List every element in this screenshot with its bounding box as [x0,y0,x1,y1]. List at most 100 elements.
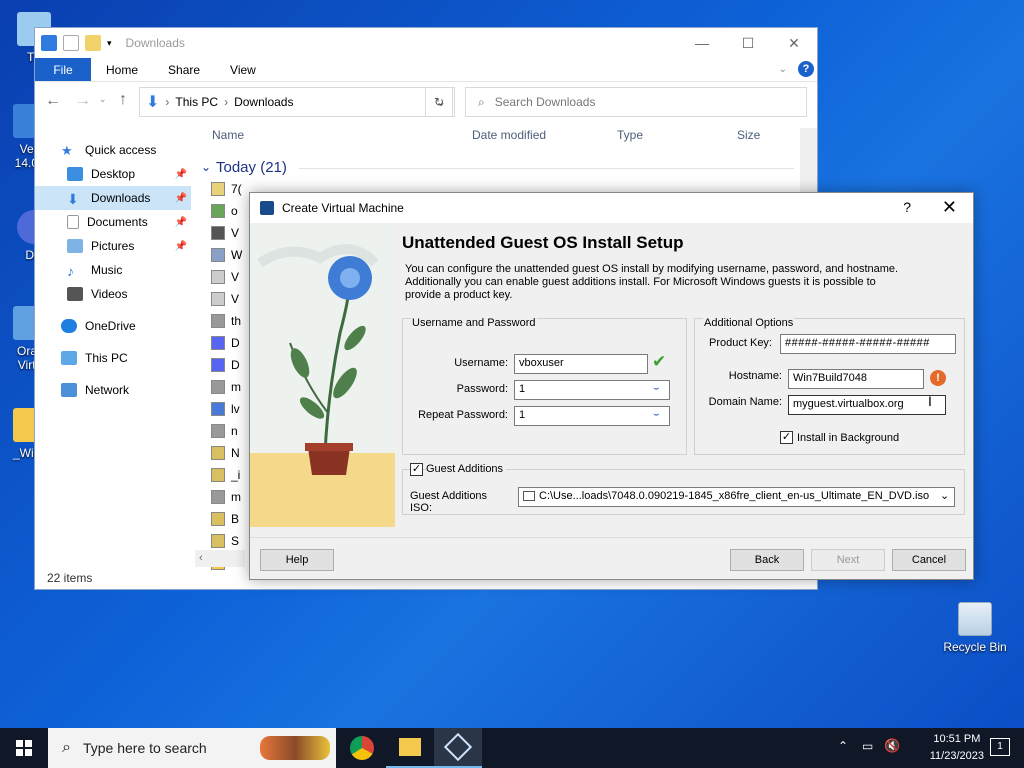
chevron-down-icon[interactable]: ⌄ [940,489,949,502]
nav-downloads[interactable]: ⬇ Downloads 📌 [35,186,191,210]
network-icon[interactable]: ▭ [862,739,873,753]
repeat-password-field[interactable]: 1 [514,406,670,426]
ribbon-expand-icon[interactable]: ⌄ [779,64,787,75]
pin-icon: 📌 [174,240,187,252]
search-icon: ⌕ [478,94,485,109]
maximize-button[interactable]: ☐ [725,28,771,58]
address-bar[interactable]: ⬇ › This PC › Downloads ⌄ [139,87,455,117]
file-list-item[interactable]: n [211,424,238,438]
search-placeholder: Search Downloads [494,95,596,109]
guest-additions-label[interactable]: Guest Additions [426,463,507,475]
file-list-item[interactable]: V [211,292,239,306]
guest-additions-checkbox[interactable]: ✓ [410,463,423,476]
file-list-item[interactable]: m [211,380,241,394]
file-list-item[interactable]: lv [211,402,240,416]
recent-locations-icon[interactable]: ⌄ [99,94,107,105]
file-icon [211,490,225,504]
file-list-item[interactable]: o [211,204,238,218]
nav-label: Quick access [85,143,157,157]
nav-onedrive[interactable]: OneDrive [35,314,191,338]
nav-desktop[interactable]: Desktop 📌 [35,162,191,186]
nav-network[interactable]: Network [35,378,191,402]
file-list-item[interactable]: V [211,226,239,240]
file-list-item[interactable]: th [211,314,241,328]
column-size[interactable]: Size [737,128,760,142]
up-arrow-icon[interactable]: ↑ [119,91,127,109]
column-name[interactable]: Name [212,128,244,142]
file-name: _i [231,468,241,482]
desktop-icon-recycle-bin[interactable]: Recycle Bin [940,602,1010,654]
ribbon-tabs: File Home Share View [35,58,817,82]
system-clock[interactable]: 10:51 PM 11/23/2023 [930,731,984,765]
breadcrumb-this-pc[interactable]: This PC [175,95,218,109]
nav-music[interactable]: ♪ Music [35,258,191,282]
chevron-down-icon[interactable]: ⌄ [201,160,211,174]
context-help-button[interactable]: ? [903,199,911,215]
tab-file[interactable]: File [35,58,91,81]
nav-documents[interactable]: Documents 📌 [35,210,191,234]
file-list-item[interactable]: N [211,446,240,460]
search-box[interactable]: ⌕ Search Downloads [465,87,807,117]
install-background-checkbox[interactable]: ✓ [780,431,793,444]
refresh-button[interactable]: ↻ [425,87,453,117]
file-list-item[interactable]: 7( [211,182,242,196]
file-list-item[interactable]: V [211,270,239,284]
help-button[interactable]: Help [260,549,334,571]
properties-icon[interactable] [63,35,79,51]
file-name: V [231,292,240,306]
nav-videos[interactable]: Videos [35,282,191,306]
back-arrow-icon[interactable]: ← [45,92,61,110]
nav-quick-access[interactable]: ★ Quick access [35,138,191,162]
taskbar-search-box[interactable]: ⌕ Type here to search [48,728,336,768]
tab-home[interactable]: Home [91,58,153,81]
show-password-icon[interactable]: ⌣ [653,409,660,420]
file-list-item[interactable]: _i [211,468,240,482]
help-icon[interactable]: ? [798,61,814,77]
show-hidden-icons-icon[interactable]: ⌃ [838,739,848,753]
horizontal-scrollbar[interactable]: ‹ [195,550,245,567]
username-field[interactable]: vboxuser [514,354,648,374]
notification-center-button[interactable]: 1 [990,738,1010,756]
password-field[interactable]: 1 [514,380,670,400]
close-button[interactable]: ✕ [771,28,817,58]
breadcrumb-downloads[interactable]: Downloads [234,95,293,109]
hostname-field[interactable]: Win7Build7048 [788,369,924,389]
forward-arrow-icon[interactable]: → [75,92,91,110]
column-type[interactable]: Type [617,128,643,142]
file-name: V [231,270,240,284]
guest-additions-iso-label: Guest Additions ISO: [410,490,488,514]
folder-icon [399,738,421,756]
volume-muted-icon[interactable]: 🔇 [884,738,900,754]
file-list-item[interactable]: S [211,534,239,548]
domain-name-field[interactable]: myguest.virtualbox.org [788,395,946,415]
taskbar-chrome[interactable] [338,728,386,768]
guest-additions-iso-select[interactable]: C:\Use...loads\7048.0.090219-1845_x86fre… [518,487,955,507]
music-note-icon: ♪ [67,263,74,279]
back-button[interactable]: Back [730,549,804,571]
minimize-button[interactable]: — [679,28,725,58]
nav-pictures[interactable]: Pictures 📌 [35,234,191,258]
taskbar-virtualbox[interactable] [434,728,482,768]
column-date-modified[interactable]: Date modified [472,128,546,142]
file-list-item[interactable]: W [211,248,242,262]
file-list-item[interactable]: D [211,358,240,372]
group-header-today[interactable]: Today (21) [216,159,287,176]
taskbar-file-explorer[interactable] [386,728,434,768]
install-background-label[interactable]: Install in Background [797,432,899,444]
new-folder-icon[interactable] [85,35,101,51]
file-list-item[interactable]: m [211,490,241,504]
text-cursor-icon: I [928,393,932,409]
nav-this-pc[interactable]: This PC [35,346,191,370]
customize-qat-icon[interactable]: ▾ [107,38,112,49]
nav-label: This PC [85,351,128,365]
cancel-button[interactable]: Cancel [892,549,966,571]
start-button[interactable] [0,728,48,768]
product-key-field[interactable]: #####-#####-#####-##### [780,334,956,354]
close-icon[interactable]: ✕ [942,197,957,218]
tab-share[interactable]: Share [153,58,215,81]
show-password-icon[interactable]: ⌣ [653,383,660,394]
file-list-item[interactable]: B [211,512,239,526]
tab-view[interactable]: View [215,58,271,81]
file-list-item[interactable]: D [211,336,240,350]
next-button[interactable]: Next [811,549,885,571]
